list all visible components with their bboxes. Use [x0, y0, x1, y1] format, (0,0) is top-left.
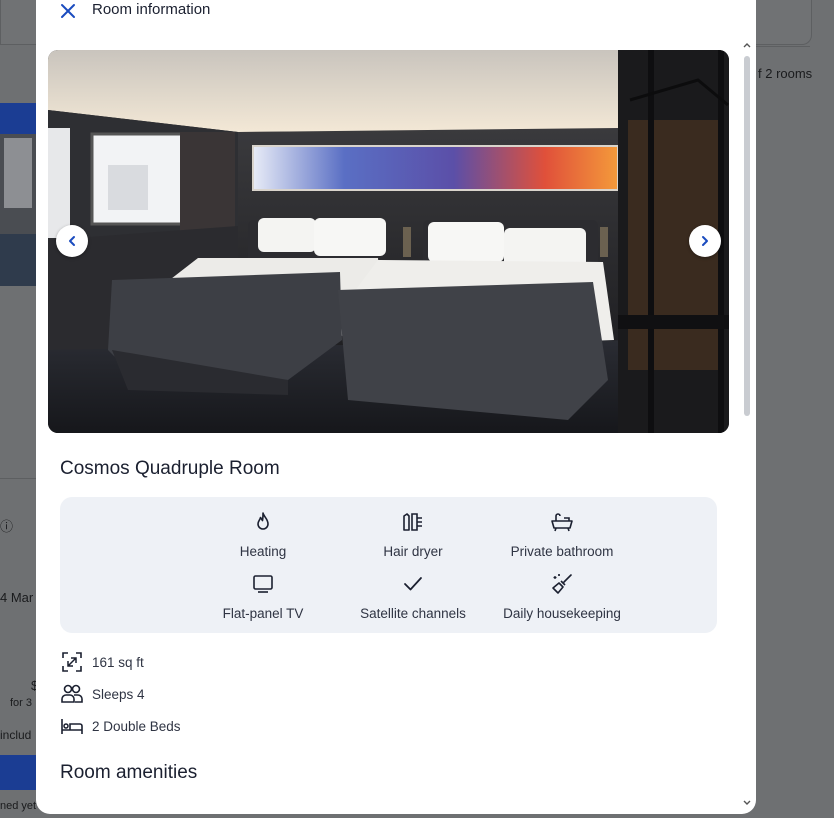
gallery-prev-button[interactable] — [56, 225, 88, 257]
amenity-private-bathroom: Private bathroom — [487, 509, 637, 559]
scroll-down-arrow[interactable] — [742, 798, 752, 808]
chevron-right-icon — [702, 236, 708, 246]
background-text-includes: includ — [0, 728, 32, 742]
amenity-heating: Heating — [188, 509, 338, 559]
room-photo-gallery[interactable] — [48, 50, 729, 433]
amenity-label: Hair dryer — [383, 544, 443, 559]
background-right-column — [756, 46, 834, 818]
background-text-nights: for 3 — [10, 697, 33, 709]
room-amenities-heading: Room amenities — [60, 762, 198, 783]
bathtub-icon — [551, 513, 573, 532]
amenity-label: Private bathroom — [510, 544, 614, 559]
background-text-note: ned yet — [0, 800, 37, 812]
amenity-flat-panel-tv: Flat-panel TV — [188, 571, 338, 621]
amenity-satellite-channels: Satellite channels — [338, 571, 488, 621]
dialog-title: Room information — [92, 1, 211, 18]
scroll-up-arrow[interactable] — [742, 40, 752, 50]
fact-text: 161 sq ft — [92, 654, 144, 670]
scroll-thumb[interactable] — [744, 56, 750, 416]
close-icon — [61, 4, 75, 18]
dialog-scrollbar[interactable] — [741, 40, 753, 810]
expand-icon — [62, 652, 82, 672]
fact-sleeps: Sleeps 4 — [60, 678, 181, 710]
background-rooms-count: f 2 rooms — [758, 66, 813, 81]
background-blue-button-2 — [0, 755, 36, 790]
fact-text: 2 Double Beds — [92, 718, 181, 734]
room-name: Cosmos Quadruple Room — [60, 458, 280, 479]
amenity-daily-housekeeping: Daily housekeeping — [487, 571, 637, 621]
amenity-label: Daily housekeeping — [503, 606, 621, 621]
chevron-left-icon — [69, 236, 75, 246]
chevron-down-icon — [743, 800, 751, 805]
gallery-next-button[interactable] — [689, 225, 721, 257]
tv-icon — [253, 575, 273, 593]
fact-size: 161 sq ft — [60, 646, 181, 678]
background-blue-button — [0, 103, 36, 134]
dialog-header: Room information — [36, 0, 756, 22]
amenity-label: Satellite channels — [360, 606, 466, 621]
fact-beds: 2 Double Beds — [60, 710, 181, 742]
chevron-up-icon — [743, 43, 751, 48]
background-divider — [0, 478, 36, 479]
amenities-highlights: Heating Hair dryer Private bathroom Flat… — [60, 497, 717, 633]
check-icon — [404, 577, 422, 591]
room-photo — [48, 50, 729, 433]
flame-icon — [257, 512, 269, 530]
fact-text: Sleeps 4 — [92, 686, 145, 702]
background-text-date: 4 Mar — [0, 590, 34, 605]
room-facts: 161 sq ft Sleeps 4 2 Double Beds — [60, 646, 181, 742]
amenity-hair-dryer: Hair dryer — [338, 509, 488, 559]
people-icon — [61, 684, 83, 703]
room-information-dialog: Room information Cosmos Quadruple Room H… — [36, 0, 756, 814]
close-button[interactable] — [56, 0, 80, 22]
background-room-photo — [0, 134, 36, 286]
background-info-icon: ⓘ — [0, 519, 14, 534]
cleaning-icon — [552, 574, 572, 594]
amenity-label: Heating — [239, 544, 287, 559]
amenity-label: Flat-panel TV — [222, 606, 304, 621]
hair-dryer-icon — [403, 513, 422, 531]
bed-icon — [61, 719, 83, 734]
